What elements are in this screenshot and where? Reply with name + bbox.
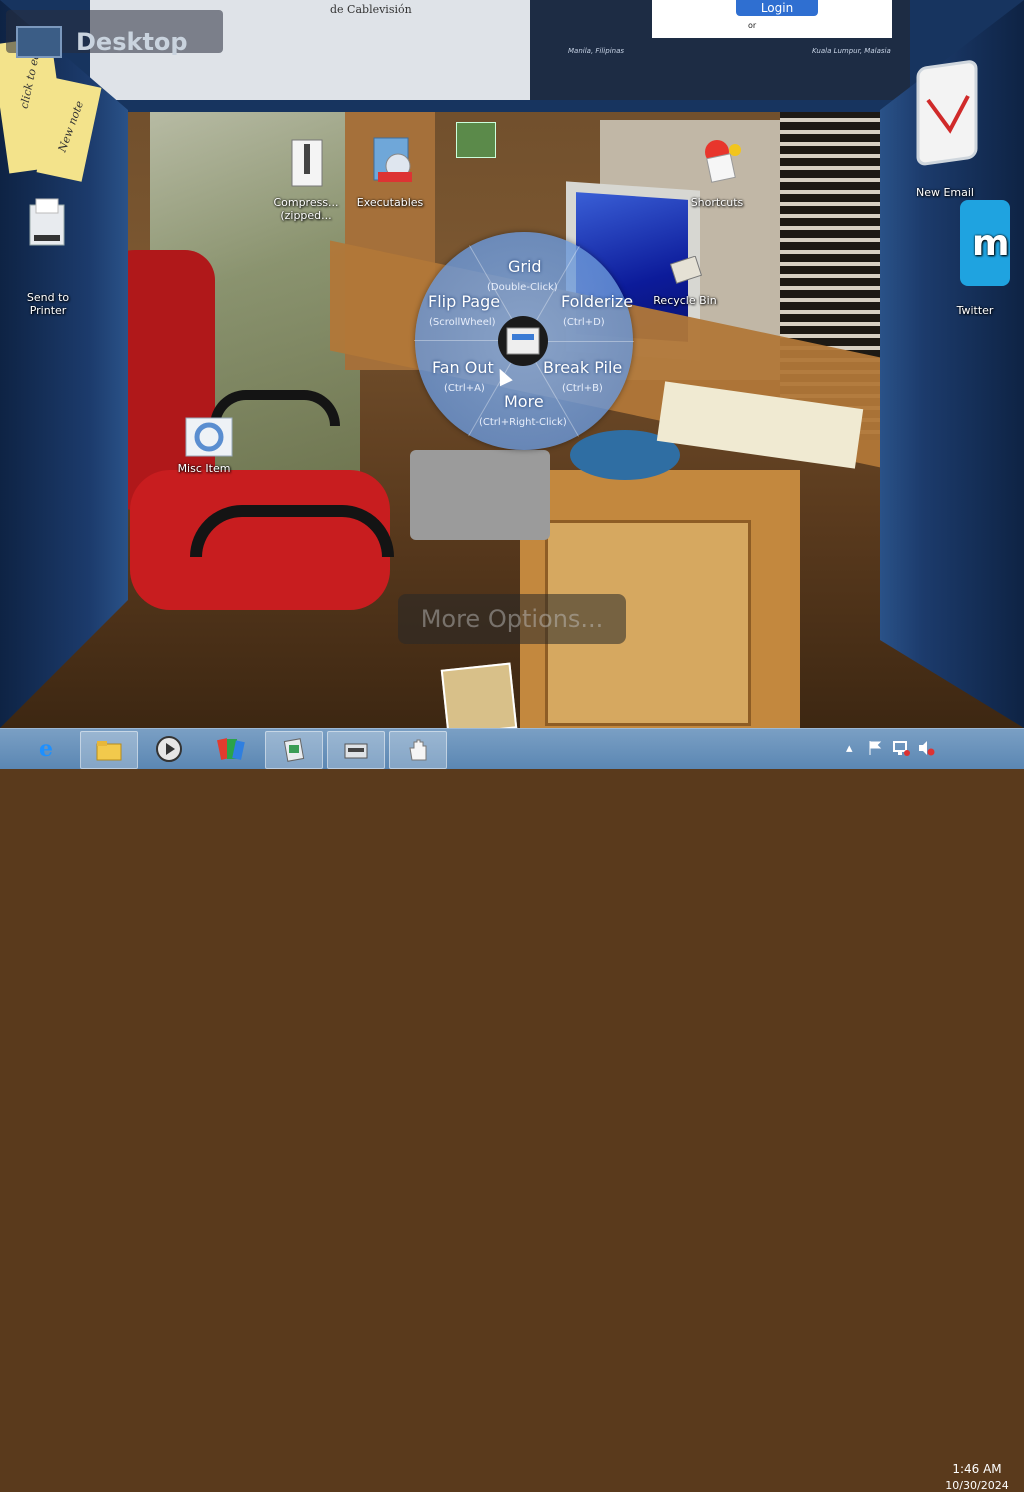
printer-icon (26, 195, 70, 246)
desktop-title: Desktop (76, 28, 188, 56)
recycle-bin-icon (663, 255, 707, 286)
radial-flip-page-hint: (ScrollWheel) (429, 317, 496, 328)
taskbar-media-button[interactable] (141, 731, 197, 767)
hand-icon (404, 736, 432, 764)
desktop-item-label: Executables (356, 196, 424, 209)
shortcuts-pile-icon (695, 136, 741, 183)
action-center-flag-icon[interactable] (867, 740, 883, 760)
room-printer (410, 450, 550, 540)
clock-date[interactable]: 10/30/2024 (944, 1479, 1010, 1492)
radial-folderize-hint: (Ctrl+D) (563, 317, 605, 328)
desktop-item-photo[interactable] (456, 122, 496, 162)
clock-time[interactable]: 1:46 AM (952, 1462, 1002, 1476)
radial-more-hint: (Ctrl+Right-Click) (479, 417, 567, 428)
desktop-item-label: Misc Item (177, 462, 231, 475)
taskbar-ie-button[interactable]: e (18, 731, 74, 767)
radial-break-pile-label[interactable]: Break Pile (543, 358, 622, 377)
media-player-icon (155, 735, 183, 763)
zip-archive-icon (284, 138, 328, 187)
bumptop-icon (217, 735, 245, 763)
radial-break-pile-hint: (Ctrl+B) (562, 383, 603, 394)
photo-pile[interactable] (440, 662, 518, 728)
radial-flip-page-label[interactable]: Flip Page (428, 292, 500, 311)
desktop-item-executables[interactable]: Executables (350, 132, 430, 209)
radial-fan-out-hint: (Ctrl+A) (444, 383, 485, 394)
misc-item-icon (182, 414, 233, 458)
desktop-item-label: Recycle Bin (653, 294, 717, 307)
city-label-2: Kuala Lumpur, Malasia (812, 47, 891, 55)
photo-thumbnail-icon (456, 122, 496, 158)
twitter-icon-item[interactable]: m Twitter (935, 200, 1015, 317)
pile-icon-center (498, 316, 548, 366)
desktop-item-shortcuts[interactable]: Shortcuts (677, 136, 757, 209)
login-or-text: or (748, 21, 757, 30)
desktop-item-recycle-bin[interactable]: Recycle Bin (645, 255, 725, 307)
desktop-item-misc[interactable]: Misc Item (164, 414, 244, 475)
taskbar-bumptop-button[interactable] (203, 731, 259, 767)
radial-grid-label[interactable]: Grid (508, 257, 542, 276)
city-label-1: Manila, Filipinas (568, 47, 625, 55)
file-explorer-icon (95, 736, 123, 764)
executables-box-icon (368, 132, 412, 182)
desktop-item-compressed[interactable]: Compress... (zipped... (266, 138, 346, 222)
desktop-item-label: Shortcuts (690, 196, 744, 209)
taskbar-explorer-button[interactable] (80, 731, 138, 769)
taskbar: e ▴ 1:46 AM 10/30/2024 (0, 728, 1024, 1492)
desktop-icon (16, 26, 62, 58)
email-icon (910, 60, 980, 170)
new-email-icon-item[interactable]: New Email (905, 60, 985, 199)
room-chair-arm-front (190, 505, 394, 557)
volume-muted-icon[interactable] (917, 740, 935, 760)
desktop-item-label: Compress... (zipped... (273, 196, 339, 222)
internet-explorer-icon: e (39, 736, 53, 762)
twitter-label: Twitter (956, 304, 994, 317)
show-hidden-icons-icon[interactable]: ▴ (846, 741, 853, 756)
send-to-printer-icon-item[interactable]: Send to Printer (8, 195, 88, 317)
radial-folderize-label[interactable]: Folderize (561, 292, 633, 311)
cablevision-text: de Cablevisión (330, 3, 412, 16)
more-options-button[interactable]: More Options... (398, 594, 626, 644)
radial-more-label[interactable]: More (504, 392, 544, 411)
svg-text:m: m (972, 223, 1010, 264)
send-to-printer-label: Send to Printer (26, 291, 70, 317)
scanner-icon (342, 736, 370, 764)
twitter-icon: m (940, 200, 1010, 290)
radial-fan-out-label[interactable]: Fan Out (432, 358, 494, 377)
new-email-label: New Email (915, 186, 974, 199)
taskbar-scanner-button[interactable] (327, 731, 385, 769)
network-icon[interactable] (892, 740, 910, 760)
pile-app-icon (280, 736, 308, 764)
taskbar-hand-button[interactable] (389, 731, 447, 769)
taskbar-pile-button[interactable] (265, 731, 323, 769)
desktop-wall-label[interactable]: Desktop (6, 10, 223, 58)
bumptop-3d-desktop[interactable]: de Cablevisión Login or Manila, Filipina… (0, 0, 1024, 728)
login-button[interactable]: Login (736, 0, 818, 16)
